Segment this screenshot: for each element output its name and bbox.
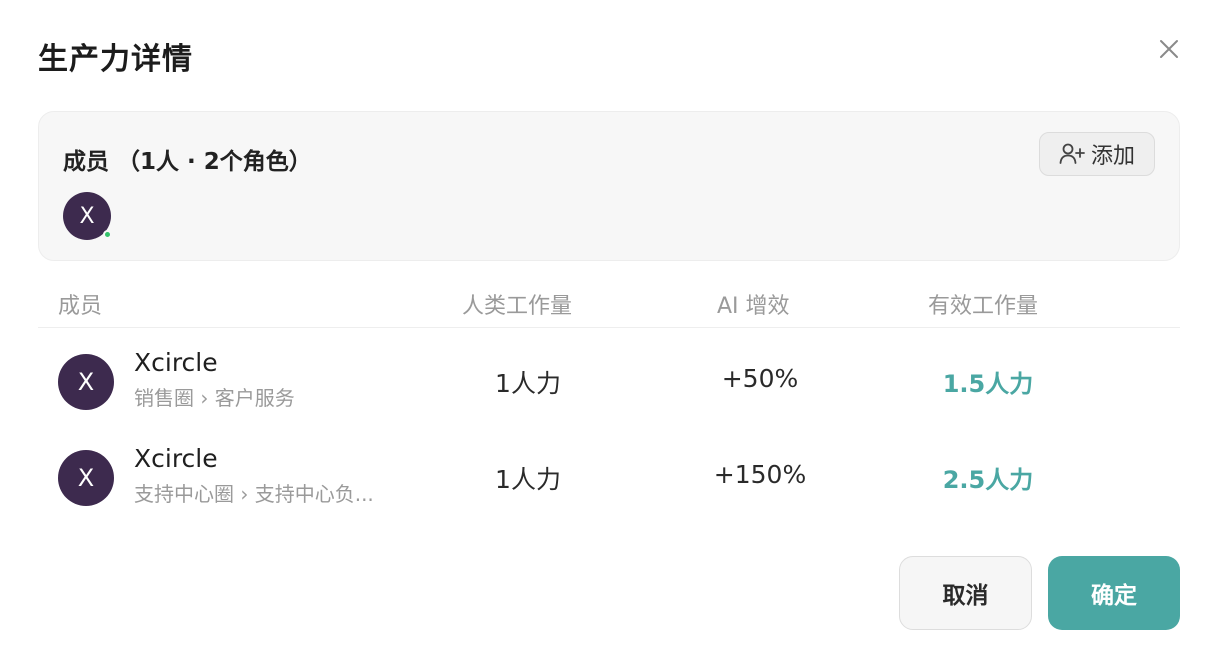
- members-card: 成员 （1人 · 2个角色） 添加 X: [38, 111, 1180, 261]
- effective-work-value: 2.5人力: [942, 466, 1034, 494]
- productivity-dialog: 生产力详情 成员 （1人 · 2个角色） 添加 X 成员 人类工作量 AI 增效 …: [0, 0, 1226, 662]
- column-header-member: 成员: [58, 294, 103, 319]
- members-count: （1人 · 2个角色）: [117, 149, 312, 175]
- user-plus-icon: [1059, 143, 1085, 164]
- ai-boost-value: +50%: [721, 364, 799, 393]
- member-avatar[interactable]: X: [63, 192, 112, 240]
- close-button[interactable]: [1154, 34, 1184, 64]
- avatar-initial: X: [79, 203, 95, 229]
- human-work-value: 1人力: [495, 369, 561, 398]
- online-status-dot: [103, 230, 112, 239]
- avatar: X: [58, 354, 114, 410]
- ai-boost-value: +150%: [713, 460, 807, 489]
- members-heading: 成员 （1人 · 2个角色）: [63, 142, 312, 176]
- table-row: X Xcircle 支持中心圈 › 支持中心负... 1人力 +150% 2.5…: [38, 432, 1180, 528]
- table-header: 成员 人类工作量 AI 增效 有效工作量: [38, 282, 1180, 328]
- cancel-button[interactable]: 取消: [899, 556, 1032, 630]
- avatar-initial: X: [77, 464, 95, 492]
- column-header-effective-work: 有效工作量: [928, 294, 1039, 319]
- member-name: Xcircle: [134, 348, 218, 377]
- member-role-path: 支持中心圈 › 支持中心负...: [134, 482, 374, 506]
- column-header-human-work: 人类工作量: [462, 294, 573, 319]
- column-header-ai-boost: AI 增效: [717, 294, 790, 319]
- avatar: X: [58, 450, 114, 506]
- add-member-button[interactable]: 添加: [1039, 132, 1155, 176]
- add-member-label: 添加: [1090, 144, 1135, 169]
- confirm-button[interactable]: 确定: [1048, 556, 1180, 630]
- human-work-value: 1人力: [495, 465, 561, 494]
- dialog-title: 生产力详情: [38, 42, 193, 77]
- member-name: Xcircle: [134, 444, 218, 473]
- effective-work-value: 1.5人力: [942, 370, 1034, 398]
- close-icon: [1160, 40, 1178, 58]
- table-row: X Xcircle 销售圈 › 客户服务 1人力 +50% 1.5人力: [38, 336, 1180, 432]
- avatar-initial: X: [77, 368, 95, 396]
- members-title: 成员: [63, 149, 109, 175]
- member-role-path: 销售圈 › 客户服务: [134, 386, 295, 410]
